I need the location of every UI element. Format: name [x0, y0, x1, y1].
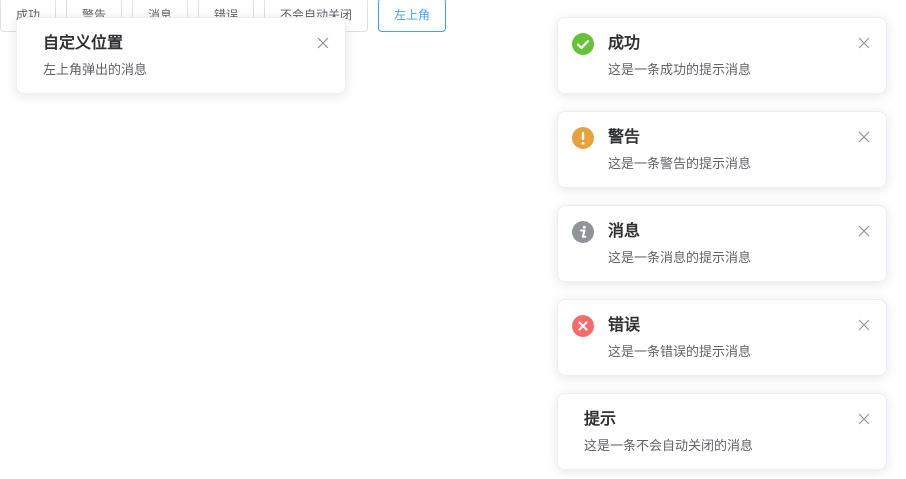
warning-circle-icon [572, 127, 594, 149]
close-icon[interactable] [858, 37, 870, 49]
notification-message: 这是一条成功的提示消息 [608, 63, 752, 78]
close-icon[interactable] [858, 413, 870, 425]
notification-message: 这是一条消息的提示消息 [608, 251, 752, 266]
notification-title: 错误 [608, 315, 641, 334]
close-icon[interactable] [858, 225, 870, 237]
top-left-button[interactable]: 左上角 [378, 0, 446, 32]
notification-title: 自定义位置 [43, 33, 124, 52]
close-icon[interactable] [317, 37, 329, 49]
warning-notification: 警告 这是一条警告的提示消息 [557, 111, 887, 188]
check-circle-icon [572, 33, 594, 55]
success-notification: 成功 这是一条成功的提示消息 [557, 17, 887, 94]
notification-message: 这是一条警告的提示消息 [608, 157, 752, 172]
notification-title: 警告 [608, 127, 641, 146]
close-icon[interactable] [858, 319, 870, 331]
custom-position-notification: 自定义位置 左上角弹出的消息 [16, 17, 346, 94]
close-icon[interactable] [858, 131, 870, 143]
notification-title: 成功 [608, 33, 641, 52]
notification-title: 提示 [584, 409, 617, 428]
notification-title: 消息 [608, 221, 641, 240]
info-notification: 消息 这是一条消息的提示消息 [557, 205, 887, 282]
no-auto-close-notification: 提示 这是一条不会自动关闭的消息 [557, 393, 887, 470]
info-circle-icon [572, 221, 594, 243]
error-circle-icon [572, 315, 594, 337]
notification-message: 左上角弹出的消息 [43, 63, 148, 78]
notification-message: 这是一条不会自动关闭的消息 [584, 439, 754, 454]
error-notification: 错误 这是一条错误的提示消息 [557, 299, 887, 376]
notification-message: 这是一条错误的提示消息 [608, 345, 752, 360]
